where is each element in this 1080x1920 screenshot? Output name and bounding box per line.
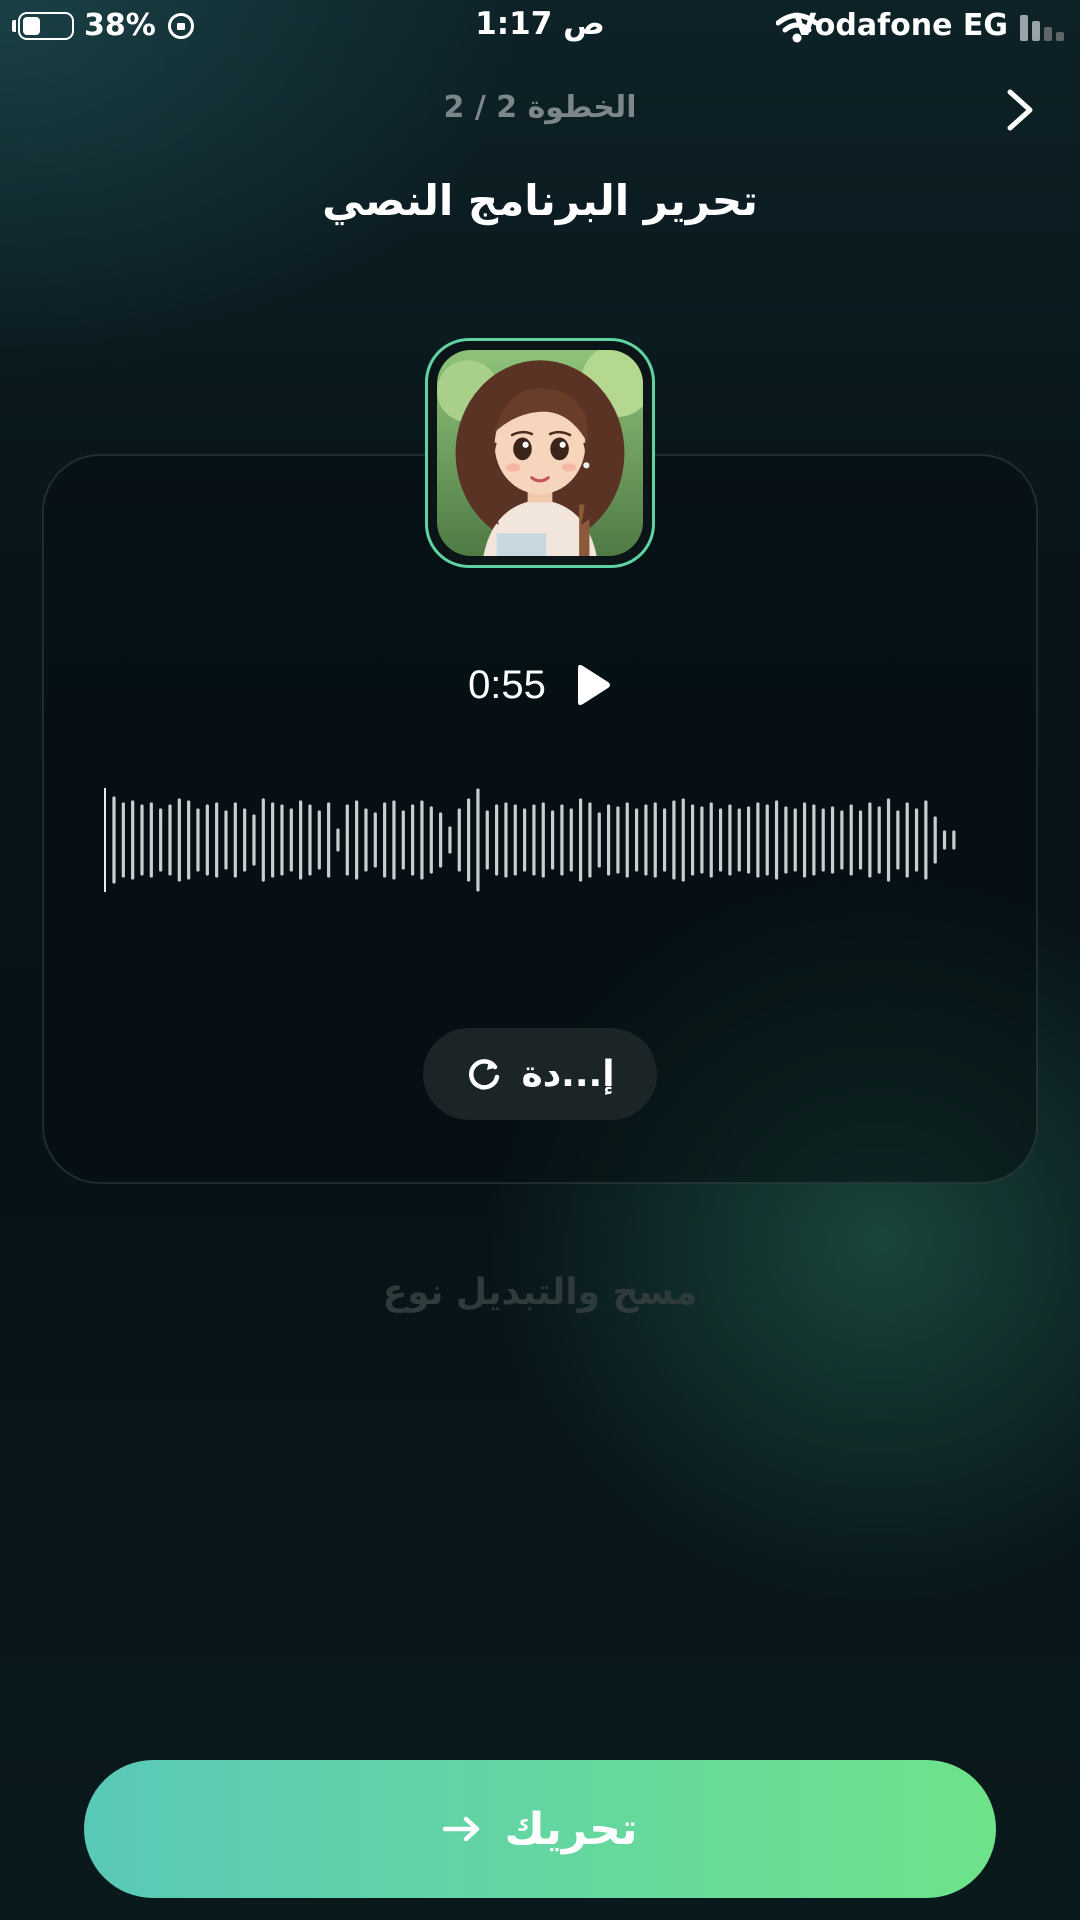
duration-label: 0:55 (468, 662, 546, 707)
status-bar: 38% 1:17 ص Vodafone EG (0, 0, 1080, 56)
audio-player: 0:55 (0, 660, 1080, 710)
chevron-right-icon[interactable] (1000, 82, 1040, 138)
avatar-image (437, 350, 643, 556)
clear-and-switch-link[interactable]: مسح والتبديل نوع (0, 1272, 1080, 1313)
avatar (425, 338, 655, 568)
step-indicator: الخطوة 2 / 2 (443, 90, 637, 125)
redo-label: إ...دة (521, 1053, 615, 1095)
signal-icon (1020, 15, 1064, 41)
arrow-right-icon (443, 1816, 480, 1842)
animate-button[interactable]: تحريك (84, 1760, 996, 1898)
audio-waveform[interactable] (100, 780, 980, 900)
refresh-icon (469, 1059, 500, 1090)
animate-button-label: تحريك (504, 1803, 638, 1855)
redo-button[interactable]: إ...دة (423, 1028, 657, 1120)
carrier-name: Vodafone EG (793, 8, 1008, 43)
play-icon[interactable] (572, 663, 612, 707)
page-title: تحرير البرنامج النصي (322, 176, 758, 225)
